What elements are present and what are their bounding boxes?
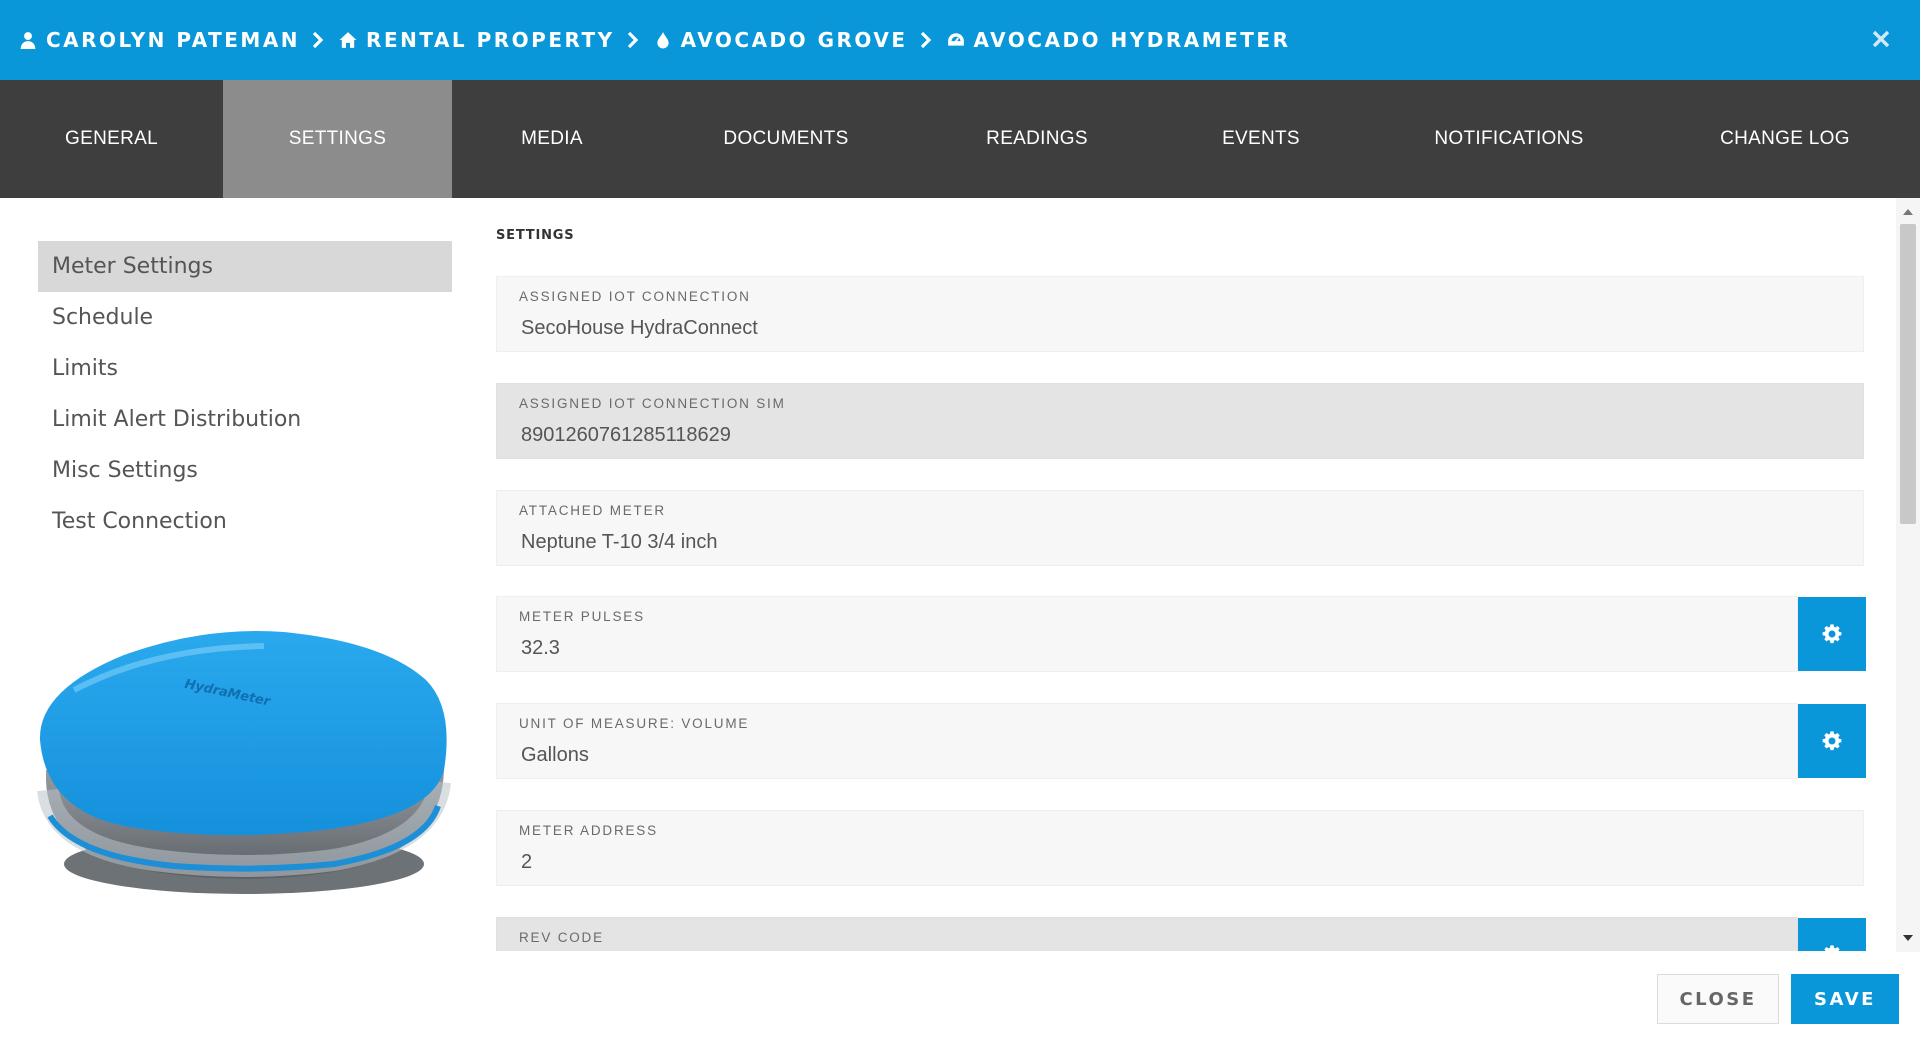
field-value: Gallons [521,744,589,766]
sidebar-item-limits[interactable]: Limits [38,343,452,394]
field-meter-address[interactable]: METER ADDRESS 2 [496,810,1864,886]
field-label: ATTACHED METER [519,503,666,518]
field-label: ASSIGNED IOT CONNECTION SIM [519,396,786,411]
breadcrumb: CAROLYN PATEMAN RENTAL PROPERTY AVOCADO … [18,28,1291,52]
sidebar-item-limit-alert-distribution[interactable]: Limit Alert Distribution [38,394,452,445]
scroll-down-arrow-icon[interactable] [1896,928,1920,948]
gear-icon [1824,945,1840,951]
field-value: 2 [521,851,533,873]
scroll-up-arrow-icon[interactable] [1896,202,1920,222]
home-icon [338,30,358,50]
breadcrumb-item-property[interactable]: RENTAL PROPERTY [338,28,615,52]
tab-notifications[interactable]: NOTIFICATIONS [1368,80,1650,198]
header-bar: CAROLYN PATEMAN RENTAL PROPERTY AVOCADO … [0,0,1920,80]
field-label: UNIT OF MEASURE: VOLUME [519,716,750,731]
tab-general[interactable]: GENERAL [0,80,223,198]
sidebar-item-meter-settings[interactable]: Meter Settings [38,241,452,292]
field-value: SecoHouse HydraConnect [521,317,758,339]
field-label: REV CODE [519,930,604,945]
user-icon [18,30,38,50]
chevron-right-icon [312,31,324,49]
breadcrumb-item-device[interactable]: AVOCADO HYDRAMETER [946,28,1291,52]
tab-events[interactable]: EVENTS [1154,80,1368,198]
field-label: METER ADDRESS [519,823,658,838]
settings-sidebar: Meter Settings Schedule Limits Limit Ale… [38,241,452,547]
tab-media[interactable]: MEDIA [452,80,652,198]
breadcrumb-label: AVOCADO GROVE [680,28,908,52]
unit-of-measure-settings-button[interactable] [1798,704,1866,778]
save-button[interactable]: SAVE [1791,974,1899,1024]
device-image: HydraMeter [37,630,451,894]
sidebar-item-misc-settings[interactable]: Misc Settings [38,445,452,496]
field-label: ASSIGNED IOT CONNECTION [519,289,751,304]
field-meter-pulses[interactable]: METER PULSES 32.3 [496,596,1798,672]
gear-icon [1822,731,1842,751]
tab-readings[interactable]: READINGS [920,80,1154,198]
sidebar-item-schedule[interactable]: Schedule [38,292,452,343]
field-assigned-iot-connection-sim[interactable]: ASSIGNED IOT CONNECTION SIM 890126076128… [496,383,1864,459]
breadcrumb-item-location[interactable]: AVOCADO GROVE [653,28,908,52]
tab-change-log[interactable]: CHANGE LOG [1650,80,1920,198]
meter-pulses-settings-button[interactable] [1798,597,1866,671]
settings-scroll-area[interactable]: ASSIGNED IOT CONNECTION SecoHouse HydraC… [496,276,1866,951]
water-drop-icon [653,30,673,50]
sidebar-item-test-connection[interactable]: Test Connection [38,496,452,547]
chevron-right-icon [920,31,932,49]
field-unit-of-measure-volume[interactable]: UNIT OF MEASURE: VOLUME Gallons [496,703,1798,779]
breadcrumb-label: AVOCADO HYDRAMETER [973,28,1291,52]
field-attached-meter[interactable]: ATTACHED METER Neptune T-10 3/4 inch [496,490,1864,566]
close-button[interactable]: CLOSE [1657,974,1779,1024]
scrollbar[interactable] [1896,198,1920,952]
tab-bar: GENERAL SETTINGS MEDIA DOCUMENTS READING… [0,80,1920,198]
meter-gauge-icon [946,30,966,50]
field-value: 8901260761285118629 [521,424,731,446]
field-assigned-iot-connection[interactable]: ASSIGNED IOT CONNECTION SecoHouse HydraC… [496,276,1864,352]
close-icon[interactable] [1864,22,1898,56]
breadcrumb-item-owner[interactable]: CAROLYN PATEMAN [18,28,300,52]
chevron-right-icon [627,31,639,49]
breadcrumb-label: RENTAL PROPERTY [366,28,615,52]
gear-icon [1822,624,1842,644]
tab-documents[interactable]: DOCUMENTS [652,80,920,198]
field-value: 32.3 [521,637,560,659]
field-rev-code[interactable]: REV CODE [496,917,1798,951]
field-value: Neptune T-10 3/4 inch [521,531,718,553]
field-label: METER PULSES [519,609,645,624]
scrollbar-thumb[interactable] [1900,224,1916,524]
breadcrumb-label: CAROLYN PATEMAN [46,28,301,52]
tab-settings[interactable]: SETTINGS [223,80,452,198]
section-title: SETTINGS [496,228,575,243]
rev-code-settings-button[interactable] [1798,918,1866,951]
